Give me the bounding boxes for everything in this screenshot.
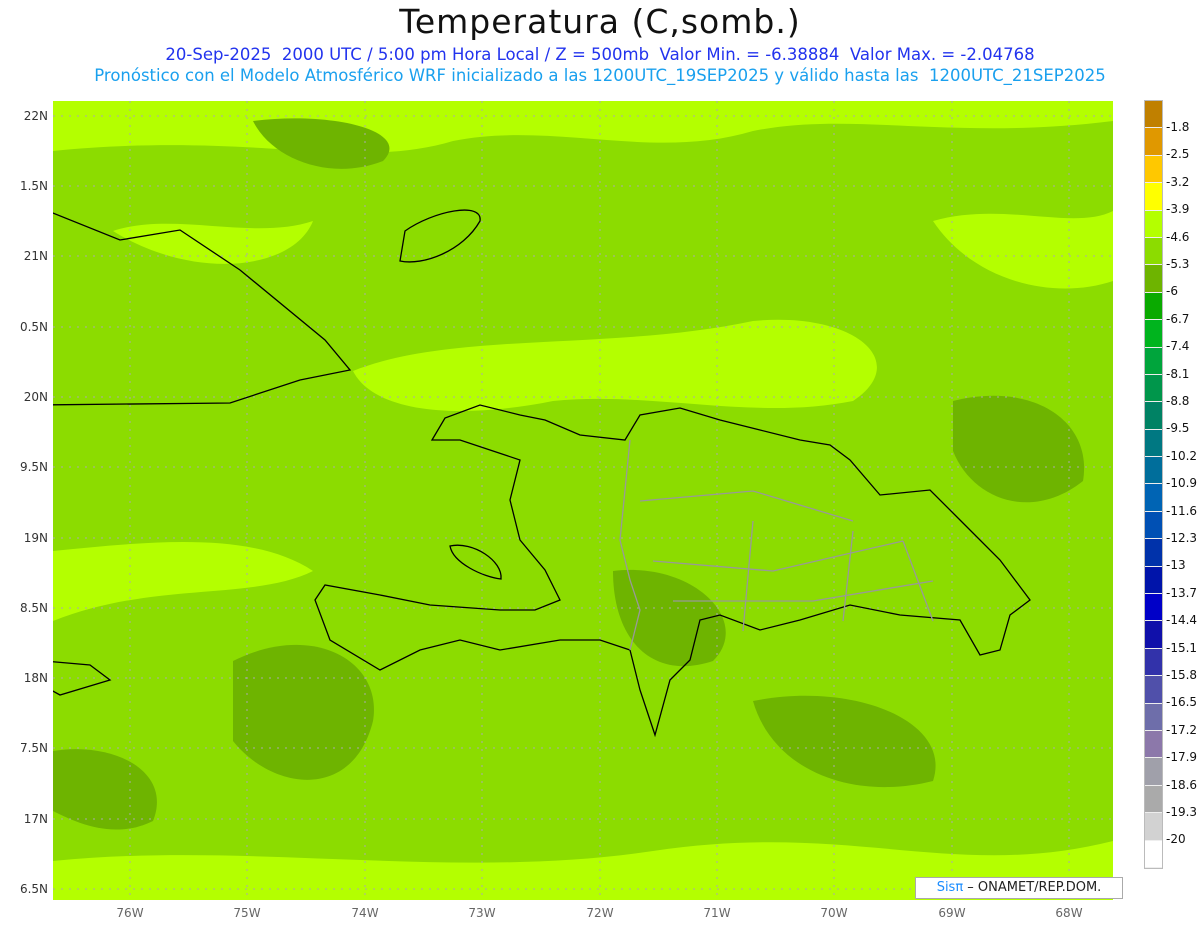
legend-label: -13.7: [1166, 585, 1198, 600]
legend-label: -8.1: [1166, 366, 1190, 381]
legend-color-bin: [1145, 347, 1162, 375]
map-title: Temperatura (C,somb.): [399, 2, 801, 41]
legend-label: -13: [1166, 558, 1186, 573]
legend-color-bin: [1145, 813, 1162, 841]
subtitle-valid-time: 20-Sep-2025 2000 UTC / 5:00 pm Hora Loca…: [165, 45, 1035, 64]
lat-label: 20N: [23, 390, 48, 404]
legend-label: -8.8: [1166, 394, 1190, 408]
legend-label: -2.5: [1166, 147, 1190, 162]
legend-label: -5.3: [1166, 257, 1190, 271]
lon-label: 73W: [468, 906, 496, 920]
lon-label: 75W: [233, 906, 261, 920]
legend-color-bin: [1145, 676, 1162, 704]
legend-color-bin: [1145, 594, 1162, 622]
legend-label: -11.6: [1166, 503, 1198, 518]
legend-label: -15.8: [1166, 668, 1198, 682]
lat-label: 6.5N: [19, 882, 48, 896]
legend-label: -14.4: [1166, 613, 1198, 628]
legend-color-bin: [1145, 101, 1162, 129]
lat-label: 1.5N: [19, 179, 48, 193]
lat-label: 9.5N: [19, 460, 48, 474]
lon-label: 70W: [820, 906, 848, 920]
sispi-logo: Sisπ: [936, 880, 964, 895]
legend-color-bin: [1145, 484, 1162, 512]
legend-color-bin: [1145, 237, 1162, 266]
legend-color-bin: [1145, 703, 1162, 731]
legend-color-bin: [1145, 210, 1162, 238]
credit-org: – ONAMET/REP.DOM.: [963, 880, 1102, 895]
legend-label: -20: [1166, 832, 1186, 847]
legend-color-bin: [1145, 730, 1162, 759]
lon-label: 76W: [116, 906, 144, 920]
lat-label: 0.5N: [19, 320, 48, 334]
legend-color-bin: [1145, 128, 1162, 156]
legend-color-bin: [1145, 621, 1162, 649]
legend-label: -1.8: [1166, 120, 1190, 134]
lat-label: 21N: [23, 249, 48, 263]
credit-box: Sisπ – ONAMET/REP.DOM.: [915, 877, 1123, 899]
lon-label: 71W: [703, 906, 731, 920]
legend-color-bin: [1145, 457, 1162, 485]
legend-label: -18.6: [1166, 777, 1198, 792]
legend-label: -15.1: [1166, 640, 1198, 655]
lat-label: 19N: [23, 531, 48, 545]
legend-color-bin: [1145, 292, 1162, 321]
legend-label: -6.7: [1166, 311, 1190, 326]
lon-label: 68W: [1055, 906, 1083, 920]
lat-label: 18N: [23, 671, 48, 685]
legend-color-bin: [1145, 402, 1162, 430]
temperature-map: [53, 101, 1113, 900]
legend-label: -10.2: [1166, 448, 1198, 463]
legend-label: -17.2: [1166, 722, 1198, 737]
color-legend-bar: [1144, 100, 1163, 869]
lat-label: 17N: [23, 812, 48, 826]
lon-label: 74W: [351, 906, 379, 920]
legend-label: -19.3: [1166, 805, 1198, 819]
legend-label: -17.9: [1166, 750, 1198, 765]
legend-color-bin: [1145, 785, 1162, 814]
lat-label: 7.5N: [19, 741, 48, 755]
lat-label: 22N: [23, 109, 48, 123]
legend-color-bin: [1145, 265, 1162, 293]
legend-label: -16.5: [1166, 695, 1198, 710]
legend-color-bin: [1145, 566, 1162, 595]
lat-label: 8.5N: [19, 601, 48, 615]
legend-label: -4.6: [1166, 229, 1190, 244]
legend-label: -9.5: [1166, 421, 1190, 436]
legend-label: -7.4: [1166, 339, 1190, 354]
lon-label: 72W: [586, 906, 614, 920]
legend-color-bin: [1145, 511, 1162, 540]
legend-color-bin: [1145, 648, 1162, 677]
legend-color-bin: [1145, 155, 1162, 184]
legend-color-bin: [1145, 374, 1162, 403]
legend-color-bin: [1145, 183, 1162, 211]
subtitle-model-info: Pronóstico con el Modelo Atmosférico WRF…: [94, 66, 1106, 85]
legend-label: -12.3: [1166, 531, 1198, 545]
legend-color-bin: [1145, 758, 1162, 786]
legend-label: -3.2: [1166, 174, 1190, 189]
legend-color-bin: [1145, 429, 1162, 458]
legend-label: -10.9: [1166, 476, 1198, 491]
legend-color-bin: [1145, 320, 1162, 348]
legend-color-bin: [1145, 539, 1162, 567]
lon-label: 69W: [938, 906, 966, 920]
legend-color-bin: [1145, 840, 1162, 868]
legend-label: -6: [1166, 284, 1178, 299]
legend-label: -3.9: [1166, 202, 1190, 217]
